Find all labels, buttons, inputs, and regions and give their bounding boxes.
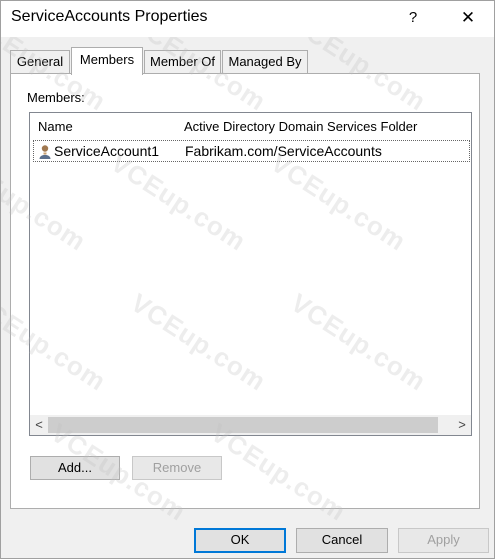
properties-dialog: ServiceAccounts Properties ? ✕ General M… bbox=[0, 0, 495, 559]
help-button[interactable]: ? bbox=[401, 5, 425, 31]
list-item[interactable]: ServiceAccount1 Fabrikam.com/ServiceAcco… bbox=[33, 140, 470, 162]
tab-members[interactable]: Members bbox=[71, 47, 143, 75]
list-header: Name Active Directory Domain Services Fo… bbox=[30, 113, 471, 139]
tab-general[interactable]: General bbox=[10, 50, 70, 74]
members-label: Members: bbox=[27, 90, 85, 105]
column-header-name[interactable]: Name bbox=[38, 119, 73, 134]
window-title: ServiceAccounts Properties bbox=[11, 8, 208, 25]
tab-managed-by[interactable]: Managed By bbox=[222, 50, 308, 74]
member-folder: Fabrikam.com/ServiceAccounts bbox=[185, 143, 382, 159]
apply-button[interactable]: Apply bbox=[398, 528, 489, 553]
tab-member-of[interactable]: Member Of bbox=[144, 50, 221, 74]
scroll-right-icon[interactable]: > bbox=[453, 415, 471, 435]
close-button[interactable]: ✕ bbox=[454, 5, 482, 31]
tab-strip: General Members Member Of Managed By bbox=[10, 47, 480, 75]
scrollbar-thumb[interactable] bbox=[48, 417, 438, 433]
horizontal-scrollbar[interactable]: < > bbox=[30, 415, 471, 435]
ok-button[interactable]: OK bbox=[194, 528, 286, 553]
members-panel: Members: Name Active Directory Domain Se… bbox=[10, 73, 480, 509]
members-list[interactable]: Name Active Directory Domain Services Fo… bbox=[29, 112, 472, 436]
cancel-button[interactable]: Cancel bbox=[296, 528, 388, 553]
remove-button[interactable]: Remove bbox=[132, 456, 222, 480]
member-name: ServiceAccount1 bbox=[54, 143, 160, 159]
title-bar: ServiceAccounts Properties ? ✕ bbox=[1, 1, 494, 37]
column-header-folder[interactable]: Active Directory Domain Services Folder bbox=[184, 119, 417, 134]
add-button[interactable]: Add... bbox=[30, 456, 120, 480]
scroll-left-icon[interactable]: < bbox=[30, 415, 48, 435]
user-icon bbox=[38, 144, 52, 160]
